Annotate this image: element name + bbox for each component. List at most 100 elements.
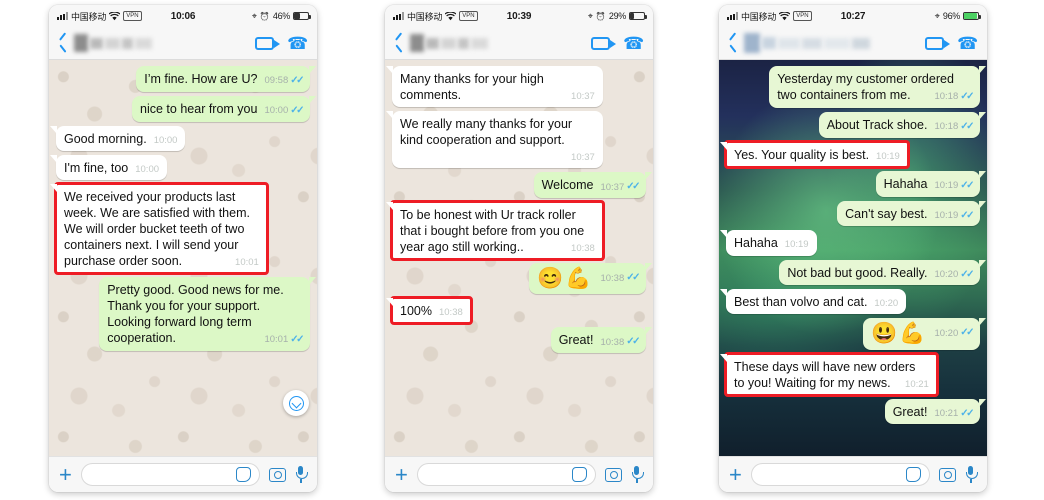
message-meta: 10:37	[571, 91, 595, 103]
status-bar: 中国移动 VPN 10:39 ⌖ ⏰ 29%	[385, 5, 653, 27]
message-time: 10:21	[934, 407, 959, 419]
message-bubble[interactable]: Hahaha 10:19	[720, 230, 817, 256]
camera-icon[interactable]	[605, 467, 622, 482]
sticker-icon[interactable]	[236, 467, 251, 482]
status-bar: 中国移动 VPN 10:27 ⌖ 96%	[719, 5, 987, 27]
message-bubble[interactable]: Great! 10:21 ✓✓	[884, 398, 986, 425]
back-chevron-icon[interactable]	[728, 34, 739, 52]
message-meta: 10:19	[876, 151, 900, 163]
message-bubble[interactable]: 😊💪 10:38 ✓✓	[529, 263, 652, 295]
chat-messages-area[interactable]: Many thanks for your high comments. 10:37…	[385, 60, 653, 456]
sticker-icon[interactable]	[906, 467, 921, 482]
message-bubble[interactable]: Hahaha 10:19 ✓✓	[875, 170, 986, 197]
bubble-tail-icon	[386, 66, 393, 74]
message-input[interactable]	[425, 468, 569, 481]
sticker-icon[interactable]	[572, 467, 587, 482]
back-chevron-icon[interactable]	[394, 34, 405, 52]
bubble-tail-icon	[979, 66, 986, 74]
message-text: Can't say best.	[845, 206, 928, 221]
bubble-tail-icon	[309, 66, 316, 74]
message-bubble[interactable]: Good morning. 10:00	[50, 125, 186, 151]
scroll-to-bottom-button[interactable]	[283, 390, 309, 416]
message-time: 10:38	[571, 243, 595, 255]
video-camera-icon[interactable]	[924, 36, 950, 50]
contact-name-blurred[interactable]	[74, 31, 152, 55]
chat-messages-area[interactable]: Yesterday my customer ordered two contai…	[719, 60, 987, 456]
bubble-tail-icon	[979, 398, 986, 407]
back-chevron-icon[interactable]	[58, 34, 69, 52]
message-text: We really many thanks for your kind coop…	[400, 117, 573, 148]
read-receipt-icon: ✓✓	[626, 272, 640, 284]
status-bar: 中国移动 VPN 10:06 ⌖ ⏰ 46%	[49, 5, 317, 27]
message-bubble[interactable]: Many thanks for your high comments. 10:37	[386, 66, 603, 108]
message-bubble[interactable]: I'm fine, too 10:00	[50, 154, 168, 180]
read-receipt-icon: ✓✓	[960, 327, 974, 339]
camera-icon[interactable]	[269, 467, 286, 482]
nav-bar: ☎	[385, 27, 653, 60]
signal-bars-icon	[727, 12, 738, 20]
message-bubble[interactable]: Can't say best. 10:19 ✓✓	[837, 200, 986, 227]
name-blur-block	[471, 37, 488, 49]
plus-icon[interactable]: +	[59, 463, 72, 486]
message-input-wrapper[interactable]	[750, 463, 930, 486]
message-bubble[interactable]: Welcome 10:37 ✓✓	[533, 172, 652, 199]
message-input[interactable]	[759, 468, 903, 481]
phone-handset-icon[interactable]: ☎	[957, 34, 978, 53]
message-row: Hahaha 10:19	[720, 230, 980, 256]
microphone-icon[interactable]	[631, 466, 644, 483]
video-camera-icon[interactable]	[590, 36, 616, 50]
bubble-tail-icon	[309, 95, 316, 104]
microphone-icon[interactable]	[965, 466, 978, 483]
chat-screenshot-2: 中国移动 VPN 10:39 ⌖ ⏰ 29% ☎ Many thanks for your h…	[385, 5, 653, 492]
highlighted-message-bubble[interactable]: To be honest with Ur track roller that i…	[386, 200, 605, 262]
message-row: Many thanks for your high comments. 10:37	[386, 66, 646, 108]
message-text: Great!	[892, 404, 928, 419]
message-input[interactable]	[89, 468, 233, 481]
message-time: 10:20	[874, 298, 899, 310]
message-row: We received your products last week. We …	[50, 181, 310, 276]
message-bubble[interactable]: Not bad but good. Really. 10:20 ✓✓	[779, 259, 986, 286]
message-emoji: 😃💪	[871, 322, 928, 346]
message-row: To be honest with Ur track roller that i…	[386, 200, 646, 262]
message-input-wrapper[interactable]	[80, 463, 260, 486]
bubble-tail-icon	[720, 353, 727, 362]
contact-name-blurred[interactable]	[744, 31, 870, 55]
alarm-clock-icon: ⏰	[595, 11, 606, 21]
highlighted-message-bubble[interactable]: 100% 10:38	[386, 296, 473, 326]
highlighted-message-bubble[interactable]: Yes. Your quality is best. 10:19	[720, 139, 910, 169]
message-bubble[interactable]: Yesterday my customer ordered two contai…	[769, 66, 986, 108]
message-time: 10:01	[235, 256, 259, 268]
message-bubble[interactable]: 😃💪 10:20 ✓✓	[863, 318, 986, 350]
read-receipt-icon: ✓✓	[960, 91, 974, 102]
video-camera-icon[interactable]	[254, 36, 280, 50]
highlighted-message-bubble[interactable]: These days will have new orders to you! …	[720, 351, 939, 397]
message-input-wrapper[interactable]	[416, 463, 596, 486]
plus-icon[interactable]: +	[729, 463, 742, 486]
name-blur-block	[122, 37, 133, 49]
screenshot-collage: 中国移动 VPN 10:06 ⌖ ⏰ 46% ☎ I’m fine. How are U? 09…	[0, 0, 1044, 500]
message-bubble[interactable]: Pretty good. Good news for me. Thank you…	[99, 277, 316, 351]
plus-icon[interactable]: +	[395, 463, 408, 486]
chat-messages-area[interactable]: I’m fine. How are U? 09:58 ✓✓ nice to hear …	[49, 60, 317, 456]
message-bubble[interactable]: nice to hear from you 10:00 ✓✓	[132, 95, 316, 122]
message-time: 10:18	[934, 121, 959, 133]
phone-handset-icon[interactable]: ☎	[287, 34, 308, 53]
message-meta: 10:38	[439, 307, 463, 319]
contact-name-blurred[interactable]	[410, 31, 488, 55]
message-bubble[interactable]: I’m fine. How are U? 09:58 ✓✓	[136, 66, 316, 92]
message-text: Yes. Your quality is best.	[734, 147, 870, 162]
highlighted-message-bubble[interactable]: We received your products last week. We …	[50, 181, 269, 276]
message-bubble[interactable]: Great! 10:38 ✓✓	[550, 327, 652, 354]
read-receipt-icon: ✓✓	[290, 75, 304, 86]
read-receipt-icon: ✓✓	[960, 407, 974, 419]
camera-icon[interactable]	[939, 467, 956, 482]
message-text: Many thanks for your high comments.	[400, 72, 544, 102]
microphone-icon[interactable]	[295, 466, 308, 483]
message-meta: 10:01 ✓✓	[264, 334, 304, 347]
message-bubble[interactable]: We really many thanks for your kind coop…	[386, 111, 603, 169]
message-bubble[interactable]: About Track shoe. 10:18 ✓✓	[818, 111, 986, 138]
message-bubble[interactable]: Best than volvo and cat. 10:20	[720, 289, 907, 315]
nav-bar: ☎	[49, 27, 317, 60]
status-left: 中国移动 VPN	[57, 10, 142, 23]
phone-handset-icon[interactable]: ☎	[623, 34, 644, 53]
